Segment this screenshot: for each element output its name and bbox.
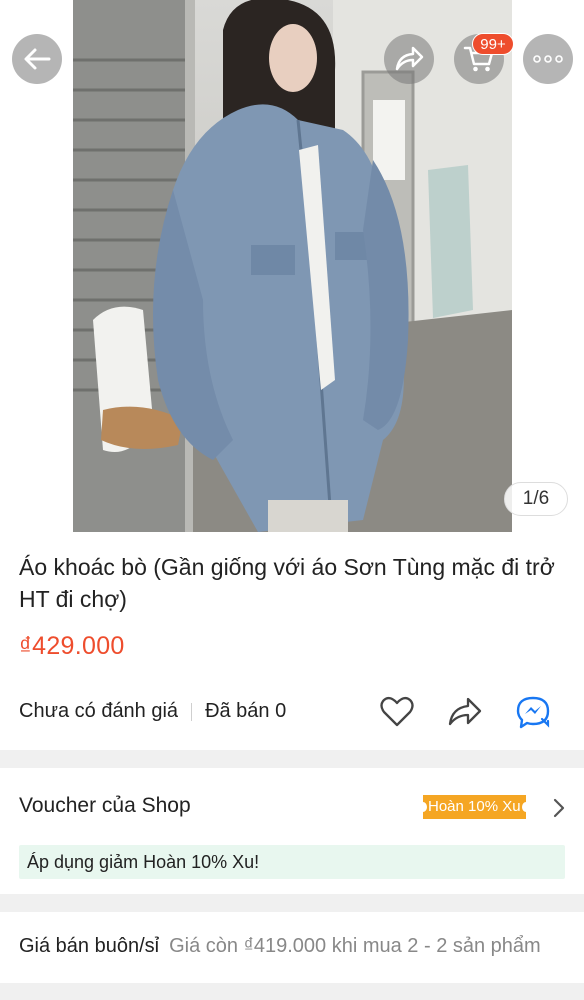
product-title: Áo khoác bò (Gần giống với áo Sơn Tùng m…: [19, 554, 555, 612]
messenger-icon[interactable]: [514, 694, 554, 732]
more-icon: [533, 55, 563, 63]
product-photo[interactable]: [73, 0, 512, 532]
back-button[interactable]: [12, 34, 62, 84]
meta-divider: [191, 702, 193, 721]
heart-icon[interactable]: [379, 694, 415, 730]
section-divider: [0, 983, 584, 1000]
more-options-button[interactable]: [523, 34, 573, 84]
wholesale-description: Giá còn ₫419.000 khi mua 2 - 2 sản phẩm: [169, 935, 541, 957]
share-button[interactable]: [384, 34, 434, 84]
share-icon: [395, 46, 424, 71]
share-icon[interactable]: [446, 694, 484, 730]
cart-count-badge: 99+: [472, 33, 514, 55]
sold-count: Đã bán 0: [205, 700, 287, 722]
photo-illustration: [73, 0, 512, 532]
wholesale-label: Giá bán buôn/sỉ: [19, 935, 160, 957]
rating-text[interactable]: Chưa có đánh giá: [19, 700, 178, 723]
product-image-area: 99+ 1/6: [0, 0, 584, 532]
product-price: ₫429.000: [19, 632, 125, 660]
section-divider: [0, 894, 584, 912]
image-counter: 1/6: [504, 482, 568, 516]
product-meta: Chưa có đánh giá Đã bán 0: [19, 700, 286, 723]
voucher-tag[interactable]: Hoàn 10% Xu: [419, 795, 530, 819]
wholesale-row[interactable]: Giá bán buôn/sỉ Giá còn ₫419.000 khi mua …: [19, 935, 584, 958]
chevron-right-icon[interactable]: [551, 797, 567, 819]
shop-voucher-label[interactable]: Voucher của Shop: [19, 794, 191, 818]
section-divider: [0, 750, 584, 768]
voucher-apply-banner: Áp dụng giảm Hoàn 10% Xu!: [19, 845, 565, 879]
back-arrow-icon: [24, 48, 51, 70]
